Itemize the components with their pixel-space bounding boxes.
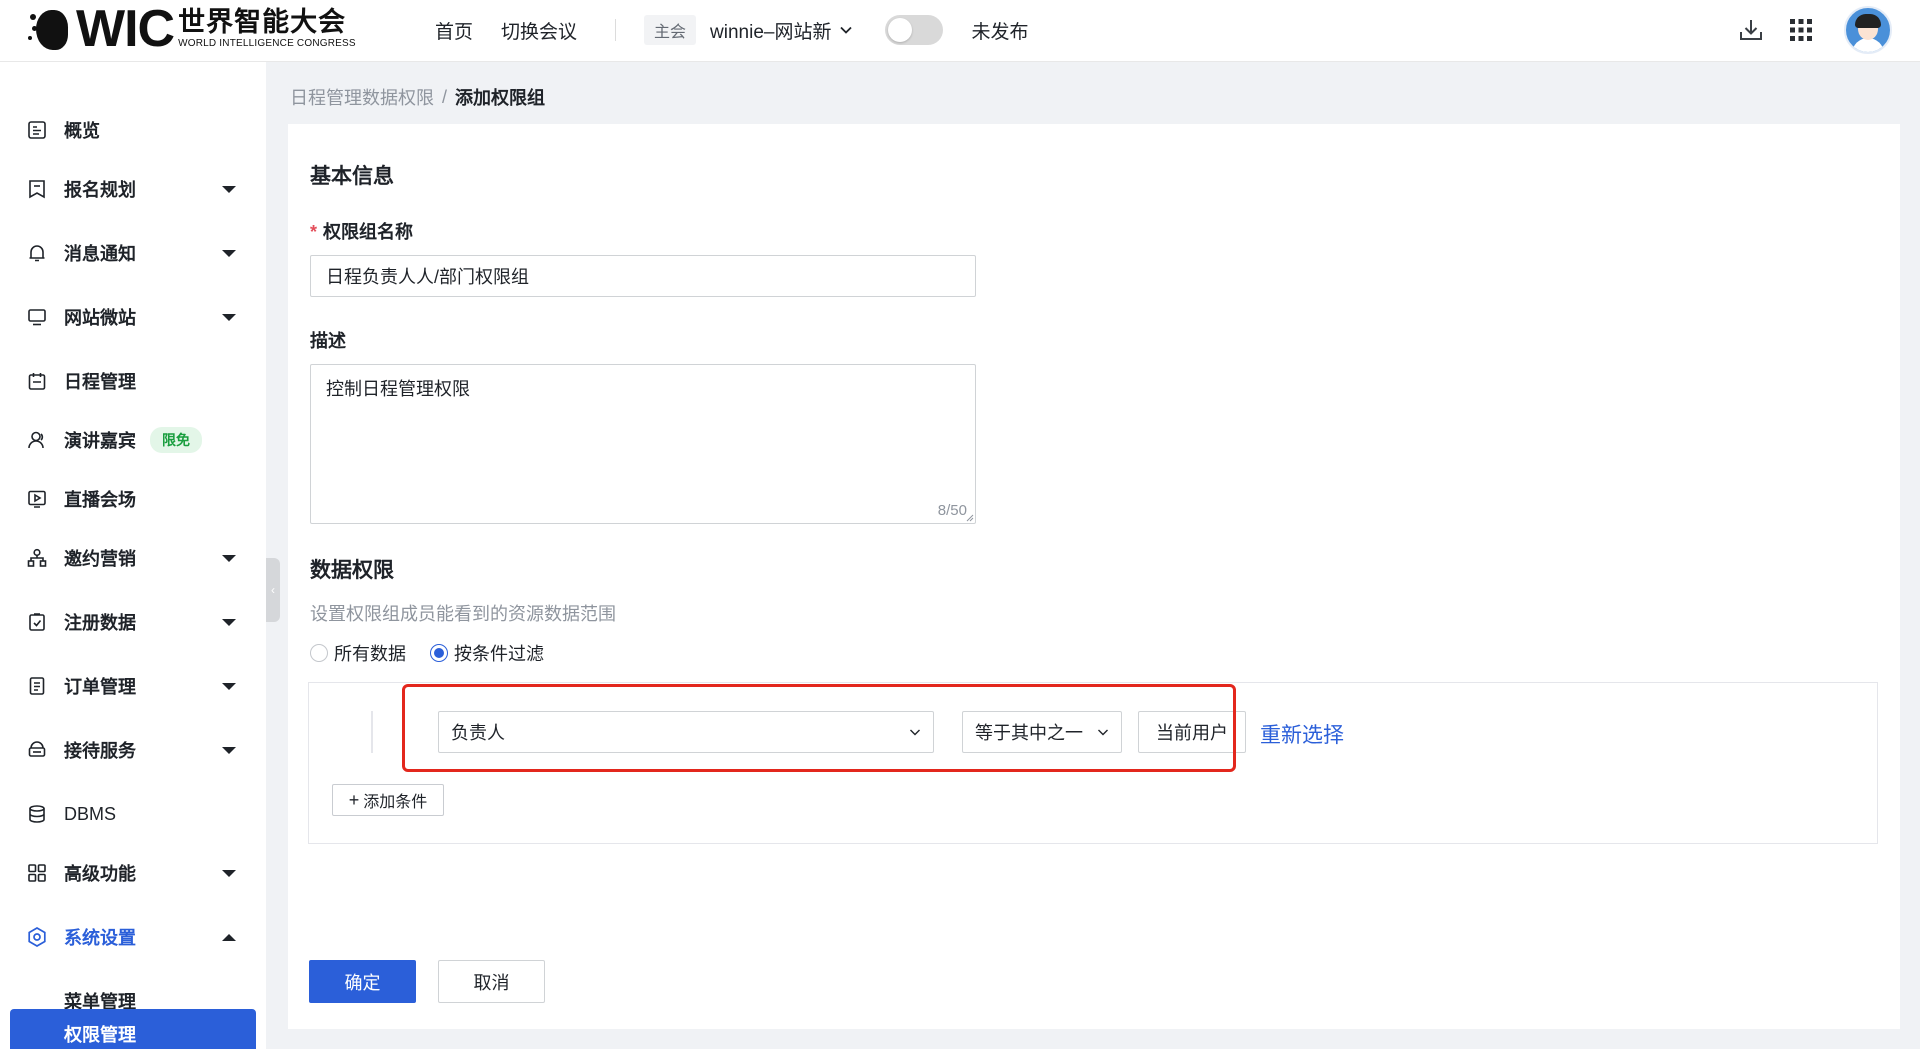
sidebar-item-dbms[interactable]: DBMS: [0, 790, 266, 838]
main-conference-tag: 主会: [644, 15, 697, 45]
data-scope-radio-group: 所有数据 按条件过滤: [310, 640, 568, 666]
confirm-button[interactable]: 确定: [309, 960, 416, 1003]
logo-head-icon: [28, 4, 74, 54]
sidebar-item-overview[interactable]: 概览: [0, 106, 266, 154]
chevron-down-icon: [840, 26, 853, 34]
description-value: 控制日程管理权限: [326, 379, 470, 399]
caret-down-icon: [222, 746, 236, 754]
service-icon: [26, 739, 48, 761]
chevron-left-icon: ‹: [271, 583, 275, 597]
publish-toggle[interactable]: [885, 15, 944, 45]
apps-grid-icon[interactable]: [1786, 15, 1816, 45]
caret-down-icon: [222, 554, 236, 562]
caret-down-icon: [222, 618, 236, 626]
bell-icon: [26, 242, 48, 264]
required-mark: *: [310, 222, 318, 242]
play-icon: [26, 488, 48, 510]
group-name-input[interactable]: 日程负责人人/部门权限组: [310, 255, 976, 297]
clipboard-icon: [26, 611, 48, 633]
sidebar-item-advanced[interactable]: 高级功能: [0, 849, 266, 897]
person-icon: [26, 429, 48, 451]
logo-cn-text: 世界智能大会: [178, 7, 347, 37]
breadcrumb-separator: /: [442, 86, 448, 107]
conference-name: winnie–网站新: [710, 21, 832, 43]
breadcrumb-current: 添加权限组: [455, 88, 546, 108]
sidebar-item-system-settings[interactable]: 系统设置: [0, 913, 266, 961]
sidebar-item-speakers[interactable]: 演讲嘉宾 限免: [0, 416, 266, 464]
top-bar: WIC 世界智能大会 WORLD INTELLIGENCE CONGRESS 首…: [0, 0, 1920, 62]
conference-selector[interactable]: winnie–网站新: [710, 17, 853, 44]
radio-all-data[interactable]: 所有数据: [310, 640, 406, 666]
sidebar-item-registration[interactable]: 报名规划: [0, 165, 266, 213]
caret-down-icon: [222, 313, 236, 321]
data-permission-title: 数据权限: [310, 559, 394, 582]
user-avatar[interactable]: [1844, 6, 1892, 54]
sidebar: 概览 报名规划 消息通知 网站微站 日程管理 演讲嘉宾 限免 直播会场 邀约营销…: [0, 62, 266, 1049]
description-char-count: 8/50: [937, 502, 967, 519]
sidebar-collapse-handle[interactable]: ‹: [266, 558, 280, 622]
caret-down-icon: [222, 185, 236, 193]
highlight-annotation-box: [402, 684, 1236, 772]
logo-en-text: WORLD INTELLIGENCE CONGRESS: [178, 38, 356, 49]
wic-logo[interactable]: WIC 世界智能大会 WORLD INTELLIGENCE CONGRESS: [28, 0, 356, 58]
resize-handle-icon[interactable]: [966, 514, 974, 522]
breadcrumb-parent[interactable]: 日程管理数据权限: [290, 84, 434, 110]
database-icon: [26, 803, 48, 825]
network-icon: [26, 547, 48, 569]
description-label: 描述: [310, 331, 346, 351]
download-icon[interactable]: [1736, 15, 1766, 45]
document-icon: [26, 675, 48, 697]
sidebar-item-live[interactable]: 直播会场: [0, 475, 266, 523]
sidebar-item-notifications[interactable]: 消息通知: [0, 229, 266, 277]
publish-status: 未发布: [971, 21, 1029, 43]
description-textarea[interactable]: 控制日程管理权限 8/50: [310, 364, 976, 524]
group-name-label: * 权限组名称: [310, 222, 414, 242]
nav-home[interactable]: 首页: [435, 17, 473, 44]
breadcrumb: 日程管理数据权限 / 添加权限组: [290, 84, 545, 110]
data-permission-hint: 设置权限组成员能看到的资源数据范围: [310, 604, 616, 624]
sidebar-item-schedule[interactable]: 日程管理: [0, 357, 266, 405]
nav-switch-conference[interactable]: 切换会议: [501, 17, 577, 44]
sidebar-item-marketing[interactable]: 邀约营销: [0, 534, 266, 582]
add-condition-button[interactable]: + 添加条件: [332, 784, 444, 816]
calendar-icon: [26, 370, 48, 392]
form-card: 基本信息 * 权限组名称 日程负责人人/部门权限组 描述 控制日程管理权限 8/5…: [288, 124, 1900, 1029]
basic-info-title: 基本信息: [310, 165, 394, 188]
monitor-icon: [26, 306, 48, 328]
grid-icon: [26, 862, 48, 884]
condition-connector-line: [371, 711, 373, 753]
caret-up-icon: [222, 933, 236, 941]
nav-divider: [615, 19, 617, 41]
logo-wic-text: WIC: [76, 0, 175, 58]
sidebar-item-website[interactable]: 网站微站: [0, 293, 266, 341]
plus-icon: +: [348, 789, 360, 810]
radio-filter-by-condition[interactable]: 按条件过滤: [430, 640, 544, 666]
sidebar-item-orders[interactable]: 订单管理: [0, 662, 266, 710]
sidebar-item-registration-data[interactable]: 注册数据: [0, 598, 266, 646]
sidebar-item-reception[interactable]: 接待服务: [0, 726, 266, 774]
top-nav: 首页 切换会议 主会 winnie–网站新 未发布: [435, 0, 1029, 60]
settings-icon: [26, 926, 48, 948]
caret-down-icon: [222, 682, 236, 690]
overview-icon: [26, 119, 48, 141]
cancel-button[interactable]: 取消: [438, 960, 545, 1003]
free-badge: 限免: [150, 427, 202, 453]
caret-down-icon: [222, 249, 236, 257]
caret-down-icon: [222, 869, 236, 877]
reselect-link[interactable]: 重新选择: [1260, 719, 1344, 749]
bookmark-icon: [26, 178, 48, 200]
sidebar-subitem-permission-management[interactable]: 权限管理: [10, 1009, 256, 1049]
